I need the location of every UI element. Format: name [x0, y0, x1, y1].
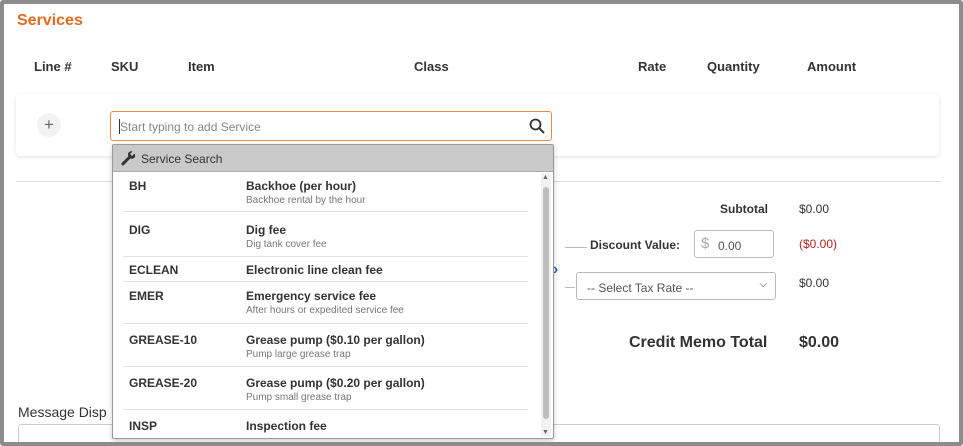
- column-header-sku: SKU: [111, 59, 139, 74]
- section-title: Services: [17, 12, 83, 29]
- search-placeholder: Start typing to add Service: [120, 120, 261, 134]
- service-search-dropdown: Service Search BH Backhoe (per hour) Bac…: [112, 144, 554, 439]
- discount-input[interactable]: $ 0.00: [694, 230, 774, 258]
- service-sku: INSP: [129, 419, 158, 433]
- service-name: Grease pump ($0.20 per gallon): [246, 376, 425, 390]
- service-description: After hours or expedited service fee: [246, 305, 404, 316]
- service-sku: BH: [129, 179, 147, 193]
- service-description: Pump small grease trap: [246, 392, 352, 403]
- service-option[interactable]: BH Backhoe (per hour) Backhoe rental by …: [123, 172, 528, 212]
- discount-row-line: [565, 247, 587, 248]
- service-option[interactable]: EMER Emergency service fee After hours o…: [123, 282, 528, 324]
- subtotal-value: $0.00: [799, 202, 830, 216]
- wrench-icon: [121, 151, 136, 166]
- service-sku: GREASE-20: [129, 376, 198, 390]
- plus-icon: +: [44, 115, 54, 134]
- service-description: Backhoe rental by the hour: [246, 195, 366, 206]
- service-name: Backhoe (per hour): [246, 179, 357, 193]
- dropdown-scrollbar[interactable]: ▲ ▼: [541, 173, 551, 437]
- service-description: Pump large grease trap: [246, 349, 351, 360]
- subtotal-label: Subtotal: [720, 202, 768, 216]
- search-icon[interactable]: [529, 118, 545, 134]
- service-option[interactable]: GREASE-10 Grease pump ($0.10 per gallon)…: [123, 324, 528, 367]
- discount-input-value: 0.00: [718, 239, 742, 253]
- scroll-up-icon[interactable]: ▲: [542, 174, 549, 181]
- scroll-down-icon[interactable]: ▼: [542, 429, 549, 436]
- tax-rate-select[interactable]: -- Select Tax Rate -- ⌵: [576, 272, 776, 300]
- scrollbar-thumb[interactable]: [543, 187, 549, 419]
- add-line-button[interactable]: +: [37, 113, 61, 137]
- column-header-line: Line #: [34, 59, 72, 74]
- column-header-amount: Amount: [807, 59, 857, 74]
- column-header-item: Item: [188, 59, 215, 74]
- service-sku: GREASE-10: [129, 333, 198, 347]
- message-display-label: Message Disp: [18, 404, 107, 420]
- service-option[interactable]: DIG Dig fee Dig tank cover fee: [123, 212, 528, 257]
- dropdown-header-label: Service Search: [141, 152, 223, 166]
- dropdown-header: Service Search: [113, 145, 553, 172]
- column-header-class: Class: [414, 59, 449, 74]
- service-sku: EMER: [129, 289, 164, 303]
- tax-rate-selected: -- Select Tax Rate --: [587, 281, 694, 295]
- tax-value: $0.00: [799, 276, 830, 290]
- service-list: BH Backhoe (per hour) Backhoe rental by …: [113, 172, 553, 438]
- service-name: Dig fee: [246, 223, 287, 237]
- service-option[interactable]: INSP Inspection fee: [123, 410, 528, 438]
- service-option[interactable]: GREASE-20 Grease pump ($0.20 per gallon)…: [123, 367, 528, 410]
- tax-row-line: [565, 287, 575, 288]
- service-sku: ECLEAN: [129, 263, 179, 277]
- service-name: Inspection fee: [246, 419, 327, 433]
- service-sku: DIG: [129, 223, 151, 237]
- column-header-quantity: Quantity: [707, 59, 760, 74]
- currency-symbol: $: [701, 235, 710, 252]
- chevron-down-icon: ⌵: [759, 279, 767, 290]
- services-panel: Services Line # SKU Item Class Rate Quan…: [0, 0, 963, 446]
- credit-memo-total-value: $0.00: [799, 334, 840, 351]
- service-description: Dig tank cover fee: [246, 239, 327, 250]
- service-name: Grease pump ($0.10 per gallon): [246, 333, 425, 347]
- column-header-rate: Rate: [638, 59, 667, 74]
- credit-memo-total-label: Credit Memo Total: [629, 334, 768, 351]
- service-search-input[interactable]: Start typing to add Service: [110, 111, 552, 141]
- service-option[interactable]: ECLEAN Electronic line clean fee: [123, 257, 528, 282]
- service-name: Emergency service fee: [246, 289, 377, 303]
- discount-label: Discount Value:: [590, 238, 681, 252]
- service-name: Electronic line clean fee: [246, 263, 383, 277]
- discount-value: ($0.00): [799, 237, 838, 251]
